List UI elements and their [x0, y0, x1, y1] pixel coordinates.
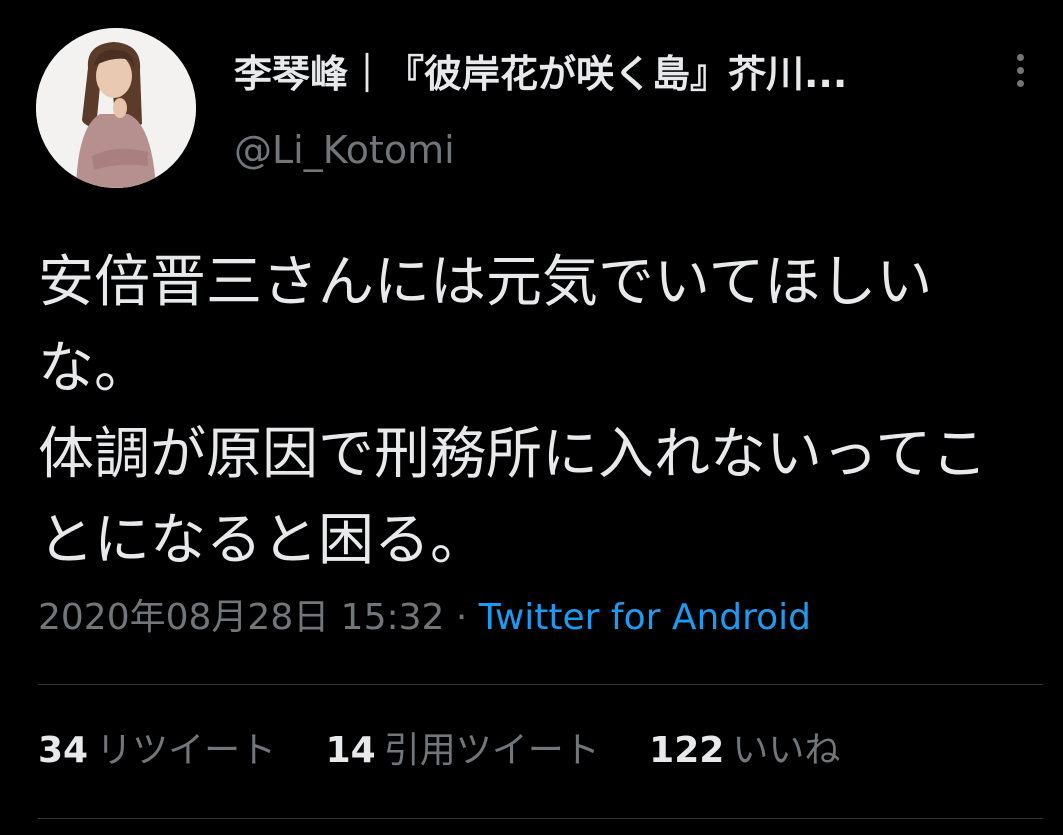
- display-name[interactable]: 李琴峰｜『彼岸花が咲く島』芥川...: [234, 48, 974, 100]
- divider: [38, 818, 1043, 819]
- meta-separator: ·: [455, 597, 468, 638]
- tweet-meta: 2020年08月28日 15:32 · Twitter for Android: [38, 592, 811, 644]
- retweets-stat[interactable]: 34 リツイート: [38, 724, 276, 778]
- likes-count: 122: [649, 730, 725, 771]
- quotes-label: 引用ツイート: [383, 730, 600, 771]
- tweet-text: 安倍晋三さんには元気でいてほしいな。 体調が原因で刑務所に入れないってことになる…: [38, 250, 988, 573]
- likes-label: いいね: [732, 730, 841, 771]
- tweet-stats: 34 リツイート 14 引用ツイート 122 いいね: [38, 724, 878, 778]
- tweet-source-link[interactable]: Twitter for Android: [479, 597, 811, 638]
- timestamp[interactable]: 2020年08月28日 15:32: [38, 597, 444, 638]
- more-vertical-icon[interactable]: [1000, 54, 1040, 98]
- retweets-label: リツイート: [96, 730, 277, 771]
- likes-stat[interactable]: 122 いいね: [649, 724, 840, 778]
- avatar[interactable]: [36, 28, 196, 188]
- divider: [38, 684, 1043, 685]
- tweet-detail: 李琴峰｜『彼岸花が咲く島』芥川... @Li_Kotomi 安倍晋三さんには元気…: [0, 0, 1063, 835]
- quotes-count: 14: [325, 730, 376, 771]
- user-handle[interactable]: @Li_Kotomi: [234, 124, 455, 176]
- retweets-count: 34: [38, 730, 89, 771]
- quotes-stat[interactable]: 14 引用ツイート: [326, 724, 600, 778]
